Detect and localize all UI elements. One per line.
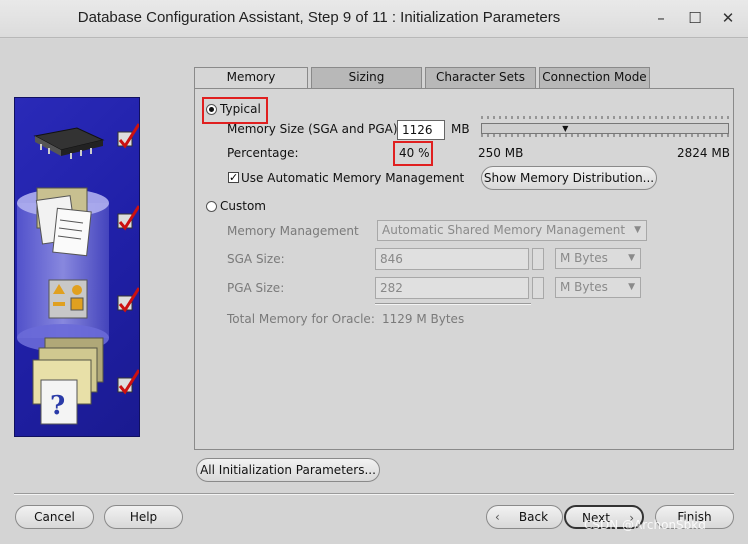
window-title: Database Configuration Assistant, Step 9… bbox=[77, 9, 561, 26]
custom-label: Custom bbox=[220, 199, 266, 213]
sga-size-input[interactable]: 846 bbox=[375, 248, 529, 270]
chevron-down-icon: ▼ bbox=[628, 253, 635, 263]
close-icon[interactable]: ✕ bbox=[718, 8, 738, 28]
footer-divider bbox=[14, 493, 734, 495]
back-label: Back bbox=[518, 510, 549, 524]
sga-size-label: SGA Size: bbox=[227, 252, 285, 266]
pga-unit-value: M Bytes bbox=[560, 280, 608, 294]
minimize-icon[interactable]: – bbox=[651, 8, 671, 28]
range-min: 250 MB bbox=[478, 146, 524, 160]
sga-unit-value: M Bytes bbox=[560, 251, 608, 265]
typical-label: Typical bbox=[220, 102, 261, 116]
sga-spinner[interactable] bbox=[532, 248, 544, 270]
pga-size-input[interactable]: 282 bbox=[375, 277, 529, 299]
shapes-icon bbox=[48, 279, 88, 319]
help-documents-icon: ? bbox=[32, 337, 104, 425]
custom-radio[interactable] bbox=[206, 201, 217, 212]
step-checkmarks bbox=[117, 123, 139, 395]
amm-checkbox[interactable]: ✓ bbox=[228, 172, 239, 183]
percentage-value: 40 % bbox=[399, 146, 430, 160]
pga-spinner[interactable] bbox=[532, 277, 544, 299]
tab-connection-mode[interactable]: Connection Mode bbox=[539, 67, 650, 88]
all-initialization-parameters-button[interactable]: All Initialization Parameters... bbox=[196, 458, 380, 482]
memory-management-value: Automatic Shared Memory Management bbox=[382, 223, 626, 237]
back-button[interactable]: ‹ Back bbox=[486, 505, 563, 529]
percentage-label: Percentage: bbox=[227, 146, 299, 160]
sga-unit-select[interactable]: M Bytes ▼ bbox=[555, 248, 641, 269]
pga-size-label: PGA Size: bbox=[227, 281, 285, 295]
memory-size-input[interactable]: 1126 bbox=[397, 120, 445, 140]
side-illustration: ? bbox=[17, 123, 139, 425]
svg-text:?: ? bbox=[50, 391, 65, 421]
total-divider bbox=[375, 303, 531, 305]
chevron-down-icon: ▼ bbox=[628, 282, 635, 292]
memory-size-label: Memory Size (SGA and PGA): bbox=[227, 122, 402, 136]
chip-icon bbox=[33, 127, 105, 159]
chevron-down-icon: ▼ bbox=[634, 225, 641, 235]
amm-label: Use Automatic Memory Management bbox=[241, 171, 465, 185]
memory-management-select[interactable]: Automatic Shared Memory Management ▼ bbox=[377, 220, 647, 241]
show-memory-distribution-button[interactable]: Show Memory Distribution... bbox=[481, 166, 657, 190]
maximize-icon[interactable]: ☐ bbox=[685, 8, 705, 28]
slider-ticks bbox=[481, 116, 729, 137]
memory-unit: MB bbox=[451, 122, 470, 136]
total-memory-label: Total Memory for Oracle: bbox=[227, 312, 375, 326]
wizard-side-image: ? bbox=[14, 97, 140, 437]
pga-unit-select[interactable]: M Bytes ▼ bbox=[555, 277, 641, 298]
tab-sizing[interactable]: Sizing bbox=[311, 67, 422, 88]
help-button[interactable]: Help bbox=[104, 505, 183, 529]
range-max: 2824 MB bbox=[677, 146, 730, 160]
chevron-left-icon: ‹ bbox=[495, 510, 500, 524]
tab-character-sets[interactable]: Character Sets bbox=[425, 67, 536, 88]
typical-radio[interactable] bbox=[206, 104, 217, 115]
total-memory-value: 1129 M Bytes bbox=[382, 312, 465, 326]
title-bar: Database Configuration Assistant, Step 9… bbox=[0, 0, 748, 38]
cancel-button[interactable]: Cancel bbox=[15, 505, 94, 529]
tab-memory[interactable]: Memory bbox=[194, 67, 308, 89]
memory-management-label: Memory Management bbox=[227, 224, 359, 238]
watermark: CSDN @ArchonSbkd bbox=[584, 518, 706, 532]
